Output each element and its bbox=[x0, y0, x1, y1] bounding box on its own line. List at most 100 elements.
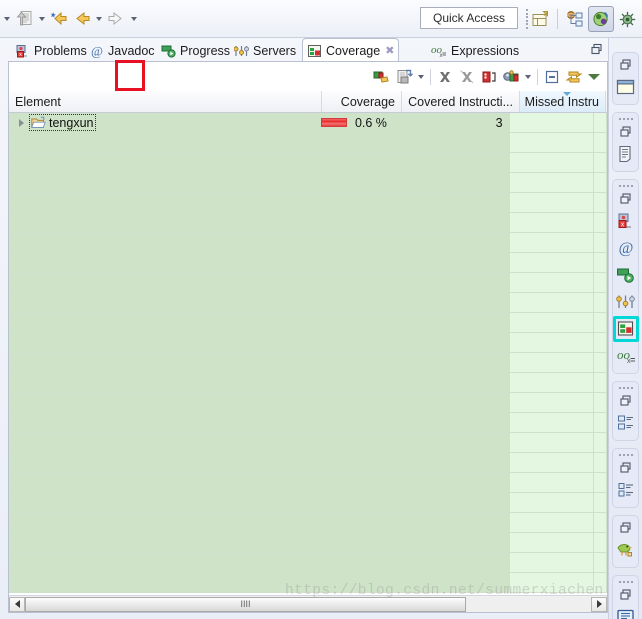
table-row[interactable] bbox=[9, 253, 607, 273]
tab-servers[interactable]: Servers bbox=[230, 40, 300, 62]
horizontal-scrollbar[interactable]: IIII bbox=[9, 595, 607, 612]
column-header-missed-instructions[interactable]: Missed Instru bbox=[520, 91, 606, 112]
tab-expressions[interactable]: oo x Expressions bbox=[426, 40, 523, 62]
open-perspective-button[interactable] bbox=[527, 6, 553, 32]
column-header-element[interactable]: Element bbox=[9, 91, 322, 112]
fastview-problems-icon[interactable]: x bbox=[613, 208, 639, 234]
table-row[interactable] bbox=[9, 513, 607, 533]
dropdown-arrow-2[interactable] bbox=[35, 7, 48, 31]
restore-icon[interactable] bbox=[613, 518, 639, 536]
table-row[interactable] bbox=[9, 433, 607, 453]
table-row[interactable] bbox=[9, 153, 607, 173]
perspective-debug-button[interactable] bbox=[588, 6, 614, 32]
fastview-drag-handle[interactable] bbox=[618, 451, 633, 458]
forward-button[interactable] bbox=[105, 7, 127, 31]
fastview-servers-icon[interactable] bbox=[613, 289, 639, 315]
cell-missed-instructions bbox=[509, 353, 594, 373]
open-type-button[interactable] bbox=[13, 7, 35, 31]
remove-session-button[interactable] bbox=[434, 66, 456, 88]
scroll-left-button[interactable] bbox=[9, 596, 25, 612]
cell-row-tail bbox=[594, 133, 607, 153]
fastview-drag-handle[interactable] bbox=[618, 115, 633, 122]
fastview-debug-bird-icon[interactable] bbox=[613, 537, 639, 563]
cell-element[interactable]: tengxun bbox=[9, 113, 316, 133]
cell-element bbox=[9, 533, 316, 553]
table-row[interactable] bbox=[9, 333, 607, 353]
back-dropdown-arrow[interactable] bbox=[92, 7, 105, 31]
cell-element bbox=[9, 393, 316, 413]
table-row[interactable] bbox=[9, 473, 607, 493]
table-row[interactable] bbox=[9, 233, 607, 253]
fastview-drag-handle[interactable] bbox=[618, 384, 633, 391]
table-row[interactable] bbox=[9, 393, 607, 413]
table-row[interactable] bbox=[9, 213, 607, 233]
fastview-drag-handle[interactable] bbox=[618, 182, 633, 189]
export-session-button[interactable] bbox=[393, 66, 415, 88]
tab-javadoc[interactable]: @ Javadoc bbox=[86, 40, 159, 62]
tab-close-icon[interactable]: ✖ bbox=[385, 44, 394, 57]
fastview-expressions-icon[interactable]: oo x bbox=[613, 343, 639, 369]
forward-arrow-icon bbox=[107, 10, 126, 27]
export-dropdown-arrow[interactable] bbox=[415, 66, 427, 88]
restore-icon[interactable] bbox=[613, 55, 639, 73]
dropdown-arrow-1[interactable] bbox=[0, 7, 13, 31]
fastview-hierarchy-icon[interactable] bbox=[613, 410, 639, 436]
cell-missed-instructions bbox=[509, 333, 594, 353]
table-row[interactable] bbox=[9, 133, 607, 153]
table-row[interactable] bbox=[9, 353, 607, 373]
fastview-document-icon[interactable] bbox=[613, 141, 639, 167]
restore-icon[interactable] bbox=[613, 189, 639, 207]
table-row[interactable] bbox=[9, 573, 607, 593]
link-with-selection-button[interactable] bbox=[563, 66, 585, 88]
collapse-all-button[interactable] bbox=[541, 66, 563, 88]
restore-icon[interactable] bbox=[613, 122, 639, 140]
table-row[interactable]: tengxun 0.6 % 3 bbox=[9, 113, 607, 133]
fastview-console-icon[interactable] bbox=[613, 604, 639, 619]
table-row[interactable] bbox=[9, 453, 607, 473]
remove-all-sessions-button[interactable] bbox=[456, 66, 478, 88]
scroll-track[interactable]: IIII bbox=[25, 596, 591, 612]
element-name: tengxun bbox=[49, 115, 94, 130]
scroll-thumb[interactable]: IIII bbox=[25, 596, 466, 612]
tab-problems[interactable]: x Problems bbox=[12, 40, 91, 62]
table-row[interactable] bbox=[9, 293, 607, 313]
restore-icon[interactable] bbox=[613, 585, 639, 603]
coverage-session-button[interactable] bbox=[371, 66, 393, 88]
table-row[interactable] bbox=[9, 533, 607, 553]
fastview-variables-icon[interactable] bbox=[613, 477, 639, 503]
fastview-coverage-icon[interactable] bbox=[612, 316, 639, 342]
fastview-javadoc-icon[interactable]: @ bbox=[613, 235, 639, 261]
view-restore-button[interactable] bbox=[590, 42, 604, 56]
column-header-coverage[interactable]: Coverage bbox=[322, 91, 402, 112]
column-header-covered-instructions[interactable]: Covered Instructi... bbox=[402, 91, 520, 112]
tab-coverage[interactable]: Coverage ✖ bbox=[302, 38, 400, 62]
select-session-button[interactable] bbox=[500, 66, 522, 88]
restore-icon[interactable] bbox=[613, 458, 639, 476]
expand-triangle-icon[interactable] bbox=[15, 117, 27, 129]
table-row[interactable] bbox=[9, 413, 607, 433]
back-button[interactable] bbox=[70, 7, 92, 31]
restore-icon[interactable] bbox=[613, 391, 639, 409]
merge-sessions-button[interactable] bbox=[478, 66, 500, 88]
fastview-drag-handle[interactable] bbox=[618, 578, 633, 585]
perspective-bug-button[interactable] bbox=[614, 6, 640, 32]
table-row[interactable] bbox=[9, 273, 607, 293]
table-row[interactable] bbox=[9, 313, 607, 333]
table-row[interactable] bbox=[9, 373, 607, 393]
quick-access-input[interactable]: Quick Access bbox=[420, 7, 518, 29]
view-menu-button[interactable] bbox=[585, 66, 603, 88]
svg-text:x: x bbox=[627, 358, 631, 365]
export-session-icon bbox=[396, 69, 413, 85]
select-session-dropdown-arrow[interactable] bbox=[522, 66, 534, 88]
fastview-editor-icon[interactable] bbox=[613, 74, 639, 100]
table-row[interactable] bbox=[9, 553, 607, 573]
table-row[interactable] bbox=[9, 493, 607, 513]
tab-progress[interactable]: Progress bbox=[157, 40, 234, 62]
perspective-java-button[interactable] bbox=[562, 6, 588, 32]
fastview-progress-icon[interactable] bbox=[613, 262, 639, 288]
forward-dropdown-arrow[interactable] bbox=[127, 7, 140, 31]
table-row[interactable] bbox=[9, 173, 607, 193]
table-row[interactable] bbox=[9, 193, 607, 213]
scroll-right-button[interactable] bbox=[591, 596, 607, 612]
back-history-button[interactable] bbox=[48, 7, 70, 31]
